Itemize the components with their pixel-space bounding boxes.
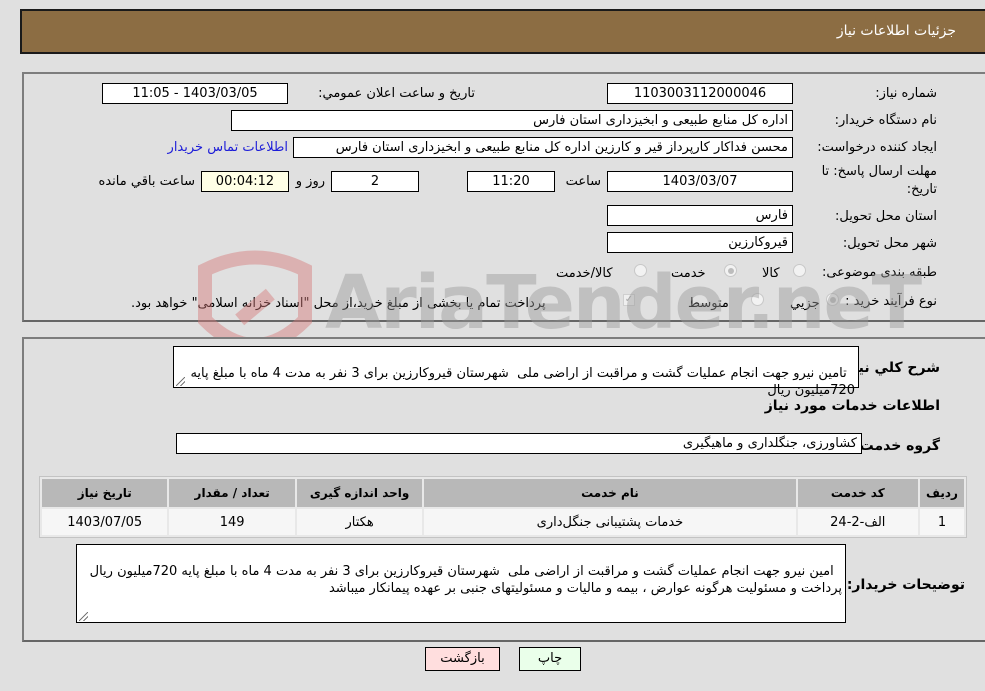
deadline-time-label: ساعت — [565, 174, 601, 189]
col-service-name: نام خدمت — [424, 479, 796, 507]
purchase-option-medium: متوسط — [688, 296, 729, 311]
buyer-notes-textarea[interactable]: امین نیرو جهت انجام عملیات گشت و مراقبت … — [76, 544, 846, 623]
category-radio-goods[interactable] — [793, 264, 806, 277]
services-table: ردیف کد خدمت نام خدمت واحد اندازه گیری ت… — [39, 476, 967, 538]
back-button[interactable]: بازگشت — [425, 647, 500, 671]
category-option-service: خدمت — [671, 266, 706, 281]
purchase-type-label: نوع فرآیند خرید : — [845, 294, 937, 309]
need-number-field[interactable]: 1103003112000046 — [607, 83, 793, 104]
category-radio-goods-service[interactable] — [634, 264, 647, 277]
cell-quantity: 149 — [169, 509, 295, 535]
services-section-title: اطلاعات خدمات مورد نیاز — [764, 398, 940, 414]
cell-service-code: الف-2-24 — [797, 509, 918, 535]
cell-unit: هکتار — [296, 509, 423, 535]
treasury-note: پرداخت تمام یا بخشی از مبلغ خرید،از محل … — [131, 296, 546, 311]
purchase-radio-minor[interactable] — [826, 293, 839, 306]
service-group-label: گروه خدمت: — [854, 438, 940, 454]
col-row-number: ردیف — [919, 479, 964, 507]
deadline-time-field[interactable]: 11:20 — [467, 171, 555, 192]
category-option-goods: کالا — [762, 266, 780, 281]
page-header: جزئیات اطلاعات نیاز — [20, 9, 985, 54]
time-remaining-label: ساعت باقي مانده — [98, 174, 195, 189]
cell-service-name: خدمات پشتیبانی جنگل‌داری — [424, 509, 796, 535]
category-label: طبقه بندی موضوعی: — [821, 265, 937, 280]
resize-handle-icon[interactable] — [79, 612, 88, 621]
resize-handle-icon[interactable] — [176, 377, 185, 386]
col-unit: واحد اندازه گیری — [296, 479, 423, 507]
days-label: روز و — [295, 174, 325, 189]
print-button[interactable]: چاپ — [519, 647, 581, 671]
category-option-goods-service: کالا/خدمت — [556, 266, 613, 281]
days-remaining-field[interactable]: 2 — [331, 171, 419, 192]
need-number-label: شماره نیاز: — [875, 86, 937, 101]
description-textarea[interactable]: تامین نیرو جهت انجام عملیات گشت و مراقبت… — [173, 346, 859, 398]
deadline-label-line2: تاریخ: — [906, 182, 937, 197]
table-header-row: ردیف کد خدمت نام خدمت واحد اندازه گیری ت… — [42, 479, 964, 507]
page-title: جزئیات اطلاعات نیاز — [836, 23, 956, 39]
service-group-field[interactable]: کشاورزی، جنگلداری و ماهیگیری — [176, 433, 862, 454]
purchase-option-minor: جزیي — [790, 296, 820, 311]
city-label: شهر محل تحویل: — [842, 236, 937, 251]
city-field[interactable]: قیروکارزین — [607, 232, 793, 253]
buyer-org-field[interactable]: اداره کل منابع طبیعی و ابخیزداری استان ف… — [231, 110, 793, 131]
buyer-org-label: نام دستگاه خریدار: — [834, 113, 937, 128]
time-remaining-field[interactable]: 00:04:12 — [201, 171, 289, 192]
cell-row-number: 1 — [919, 509, 964, 535]
col-need-date: تاریخ نیاز — [42, 479, 168, 507]
category-radio-service[interactable] — [724, 264, 737, 277]
requester-label: ایجاد کننده درخواست: — [817, 140, 937, 155]
col-quantity: تعداد / مقدار — [169, 479, 295, 507]
buyer-notes-label: توضیحات خریدار: — [846, 577, 965, 593]
cell-need-date: 1403/07/05 — [42, 509, 168, 535]
col-service-code: کد خدمت — [797, 479, 918, 507]
requester-field[interactable]: محسن فداکار کارپرداز قیر و کارزین اداره … — [293, 137, 793, 158]
announce-datetime-field[interactable]: 1403/03/05 - 11:05 — [102, 83, 288, 104]
buyer-contact-link[interactable]: اطلاعات تماس خریدار — [168, 140, 288, 155]
province-label: استان محل تحویل: — [835, 209, 937, 224]
purchase-radio-medium[interactable] — [751, 293, 764, 306]
province-field[interactable]: فارس — [607, 205, 793, 226]
treasury-checkbox[interactable]: ✓ — [623, 294, 635, 306]
buyer-notes-text: امین نیرو جهت انجام عملیات گشت و مراقبت … — [89, 564, 842, 596]
announce-datetime-label: تاریخ و ساعت اعلان عمومي: — [318, 86, 475, 101]
deadline-label-line1: مهلت ارسال پاسخ: تا — [821, 164, 937, 179]
deadline-date-field[interactable]: 1403/03/07 — [607, 171, 793, 192]
table-row[interactable]: 1 الف-2-24 خدمات پشتیبانی جنگل‌داری هکتا… — [42, 509, 964, 535]
